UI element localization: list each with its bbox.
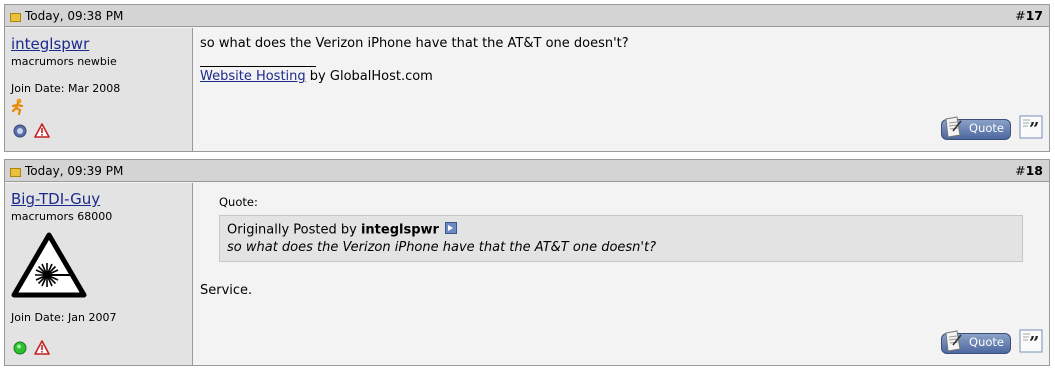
post-icon [10, 167, 21, 177]
join-date: Join Date: Jan 2007 [11, 311, 117, 324]
laser-warning-avatar [11, 232, 186, 301]
website-hosting-link[interactable]: Website Hosting [200, 69, 306, 84]
user-title: macrumors newbie [11, 55, 117, 68]
post-header: Today, 09:39 PM #18 [5, 160, 1049, 182]
post-message: Quote: Originally Posted by integlspwr s… [193, 183, 1049, 365]
post-number: 18 [1025, 163, 1043, 178]
message-text: Service. [200, 283, 253, 298]
username-link[interactable]: integlspwr [11, 36, 186, 53]
aim-icon[interactable] [11, 98, 186, 118]
post-date: Today, 09:38 PM [25, 8, 124, 23]
multi-quote-icon[interactable]: ” [1019, 115, 1043, 143]
user-info: integlspwr macrumors newbie Join Date: M… [5, 28, 193, 151]
post-header: Today, 09:38 PM #17 [5, 5, 1049, 27]
signature-divider [200, 66, 316, 67]
username-link[interactable]: Big-TDI-Guy [11, 191, 186, 208]
view-post-icon[interactable] [445, 222, 458, 238]
message-text: so what does the Verizon iPhone have tha… [200, 36, 629, 51]
post-18: Today, 09:39 PM #18 Big-TDI-Guy macrumor… [4, 159, 1050, 366]
post-number-link[interactable]: #17 [1015, 8, 1043, 23]
quote-paper-icon [945, 329, 962, 352]
post-number-prefix: # [1015, 163, 1026, 178]
svg-text:”: ” [1029, 333, 1039, 353]
post-message: so what does the Verizon iPhone have tha… [193, 28, 1049, 151]
offline-status-icon [13, 124, 27, 141]
user-title: macrumors 68000 [11, 210, 113, 223]
quote-label: Quote: [219, 195, 258, 209]
multi-quote-icon[interactable]: ” [1019, 329, 1043, 357]
post-number: 17 [1025, 8, 1043, 23]
quote-button[interactable]: Quote [941, 329, 1011, 354]
user-info: Big-TDI-Guy macrumors 68000 Join Date: J… [5, 183, 193, 365]
signature: Website Hosting by GlobalHost.com [200, 69, 1042, 84]
post-number-prefix: # [1015, 8, 1026, 23]
online-status-icon [13, 341, 27, 358]
post-number-link[interactable]: #18 [1015, 163, 1043, 178]
quote-button-label: Quote [969, 335, 1004, 349]
join-date: Join Date: Mar 2008 [11, 82, 121, 95]
quote-author: integlspwr [360, 222, 439, 238]
report-post-icon[interactable] [34, 123, 50, 141]
post-date: Today, 09:39 PM [25, 163, 124, 178]
quote-button-label: Quote [969, 121, 1004, 135]
post-icon [10, 12, 21, 22]
quote-text: so what does the Verizon iPhone have tha… [227, 240, 656, 255]
quote-paper-icon [945, 115, 962, 138]
quote-button[interactable]: Quote [941, 115, 1011, 140]
post-17: Today, 09:38 PM #17 integlspwr macrumors… [4, 4, 1050, 152]
quote-block: Originally Posted by integlspwr so what … [219, 215, 1023, 262]
signature-text: by GlobalHost.com [305, 69, 433, 84]
report-post-icon[interactable] [34, 340, 50, 358]
svg-text:”: ” [1029, 119, 1039, 139]
quote-posted-by: Originally Posted by [227, 222, 361, 238]
